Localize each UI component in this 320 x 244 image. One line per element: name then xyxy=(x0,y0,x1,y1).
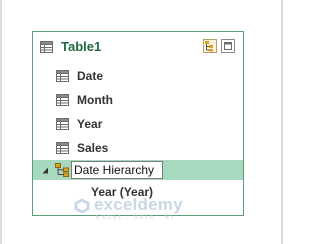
hierarchy-level-label: Year (Year) xyxy=(91,185,154,199)
table-icon xyxy=(56,94,69,106)
field-row-month[interactable]: Month xyxy=(33,89,243,111)
hierarchy-name-input[interactable] xyxy=(71,161,163,179)
field-label: Month xyxy=(77,93,113,107)
pane-divider-right xyxy=(281,0,283,244)
table-icon xyxy=(56,142,69,154)
expand-arrow-icon[interactable] xyxy=(42,167,49,174)
field-row-year[interactable]: Year xyxy=(33,113,243,135)
table-icon xyxy=(56,118,69,130)
maximize-icon[interactable] xyxy=(221,39,235,53)
hierarchy-icon xyxy=(55,163,70,177)
table-header[interactable]: Table1 xyxy=(33,32,243,60)
field-label: Year xyxy=(77,117,103,131)
table-title: Table1 xyxy=(61,39,102,54)
table-icon xyxy=(56,70,69,82)
hierarchy-level-row[interactable]: Year (Year) xyxy=(33,182,243,202)
table-icon xyxy=(40,41,53,53)
create-hierarchy-icon[interactable] xyxy=(203,39,217,53)
pane-divider-left xyxy=(0,0,2,244)
field-row-date[interactable]: Date xyxy=(33,65,243,87)
field-row-sales[interactable]: Sales xyxy=(33,137,243,159)
field-label: Date xyxy=(77,69,104,83)
table-card[interactable]: Table1 Date Month Year Sales Date Hierar… xyxy=(32,31,244,216)
field-label: Sales xyxy=(77,141,109,155)
hierarchy-row[interactable] xyxy=(33,160,243,180)
